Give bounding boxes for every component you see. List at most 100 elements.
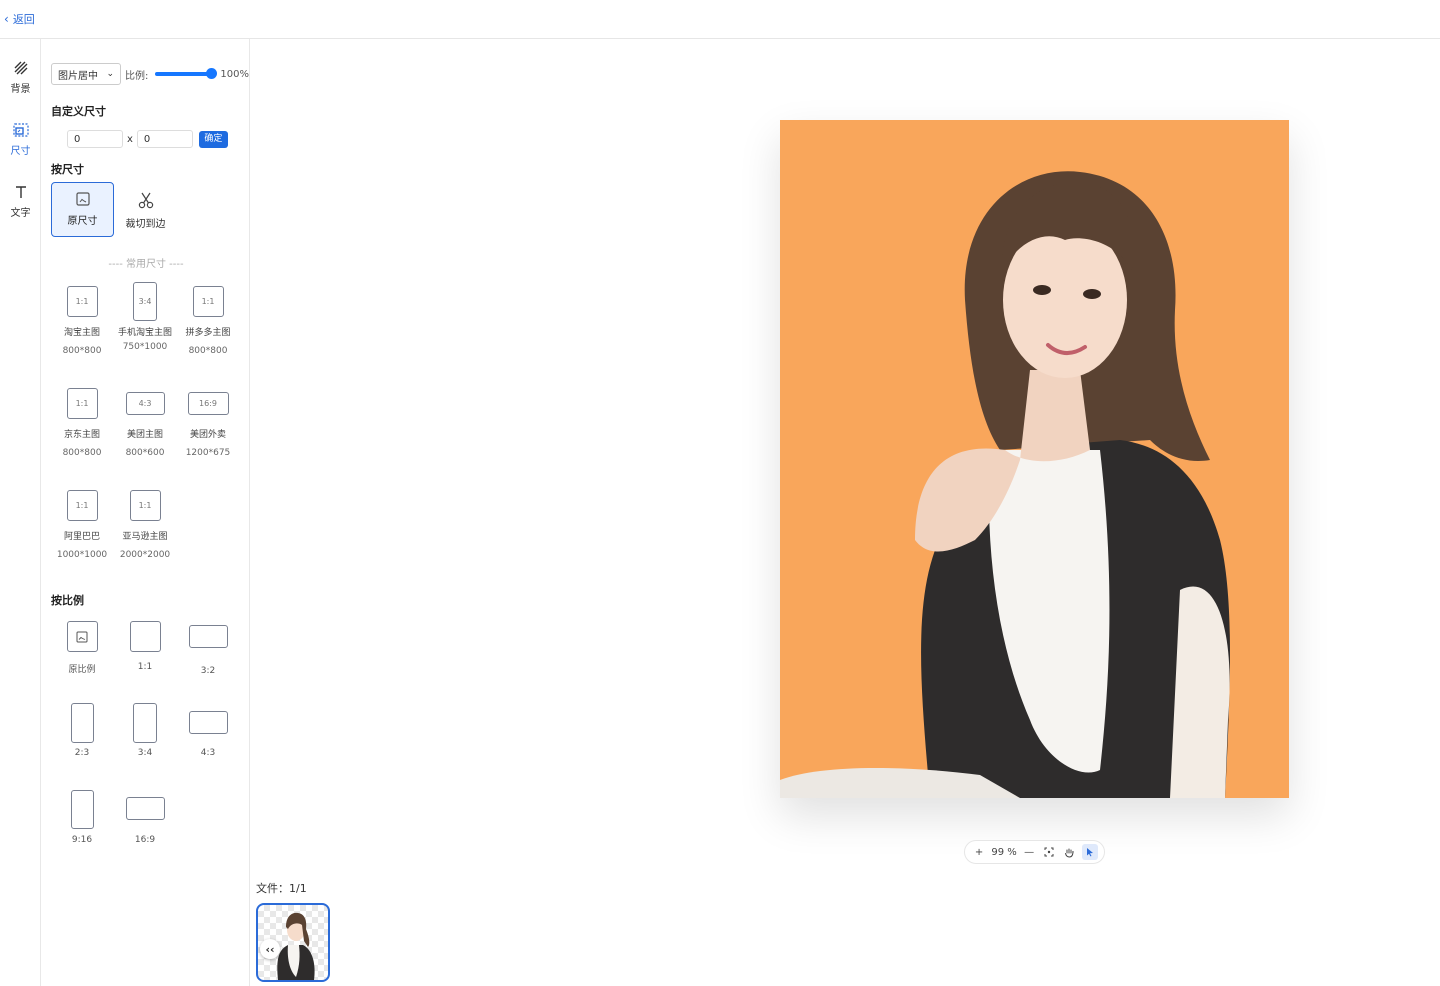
- rail-item-background[interactable]: 背景: [0, 60, 41, 95]
- size-name: 手机淘宝主图: [117, 328, 172, 338]
- align-select-value: 图片居中: [58, 70, 98, 82]
- zoom-in-button[interactable]: +: [971, 844, 987, 860]
- rail-item-label: 尺寸: [10, 146, 31, 157]
- ratio-portrait-icon: [70, 703, 94, 743]
- by-size-title: 按尺寸: [51, 163, 84, 176]
- size-dim: 800*800: [188, 346, 228, 356]
- ratio-option-original[interactable]: 原比例: [52, 621, 112, 675]
- ratio-box-icon: 4:3: [125, 392, 165, 415]
- ratio-label: 4:3: [200, 748, 216, 758]
- mode-crop-to-edge[interactable]: 裁切到边: [114, 182, 177, 237]
- zoom-out-button[interactable]: —: [1021, 844, 1037, 860]
- ratio-label: 原比例: [68, 665, 96, 675]
- cursor-select-icon[interactable]: [1081, 844, 1098, 860]
- ratio-option-2-3[interactable]: 2:3: [52, 703, 112, 758]
- fit-screen-icon[interactable]: [1041, 844, 1057, 860]
- width-input[interactable]: [67, 130, 123, 148]
- size-dim: 1200*675: [185, 448, 231, 458]
- top-bar: ‹ 返回: [0, 0, 1440, 39]
- collapse-panel-button[interactable]: ‹‹: [260, 939, 280, 959]
- ratio-label: 3:2: [200, 666, 216, 676]
- size-name: 美团外卖: [189, 430, 226, 440]
- size-option-amazon[interactable]: 1:1 亚马逊主图 2000*2000: [115, 490, 175, 560]
- ratio-option-4-3[interactable]: 4:3: [178, 711, 238, 758]
- ratio-box-icon: 16:9: [187, 392, 229, 415]
- ratio-label: 9:16: [71, 835, 93, 845]
- common-sizes-divider: ---- 常用尺寸 ----: [108, 259, 184, 270]
- zoom-level: 99 %: [991, 846, 1017, 858]
- size-dim: 800*800: [62, 448, 102, 458]
- ratio-slider[interactable]: [155, 68, 218, 79]
- ratio-option-1-1[interactable]: 1:1: [115, 621, 175, 672]
- back-button[interactable]: ‹ 返回: [4, 11, 35, 27]
- chevron-left-icon: ‹: [4, 12, 9, 26]
- size-dim: 750*1000: [122, 342, 168, 352]
- canvas-area: + 99 % — 文件：1/1 ‹‹: [251, 39, 1440, 986]
- size-dim: 2000*2000: [119, 550, 171, 560]
- rail-item-text[interactable]: 文字: [0, 184, 41, 219]
- ratio-box-icon: 1:1: [66, 286, 98, 317]
- resize-icon: [12, 123, 29, 137]
- size-name: 拼多多主图: [185, 328, 231, 338]
- ratio-label: 3:4: [137, 748, 153, 758]
- height-input[interactable]: [136, 130, 193, 148]
- back-label: 返回: [12, 13, 35, 26]
- ratio-label: 比例:: [125, 70, 149, 82]
- scissors-icon: [138, 192, 153, 209]
- ratio-option-3-4[interactable]: 3:4: [115, 703, 175, 758]
- size-option-jd[interactable]: 1:1 京东主图 800*800: [52, 388, 112, 458]
- mode-label: 原尺寸: [67, 216, 98, 227]
- ratio-portrait-icon: [70, 790, 94, 829]
- size-name: 阿里巴巴: [63, 532, 100, 542]
- portrait-figure: [780, 171, 1230, 798]
- zoom-toolbar: + 99 % —: [964, 840, 1105, 864]
- size-dim: 1000*1000: [56, 550, 108, 560]
- size-name: 美团主图: [126, 430, 163, 440]
- ratio-box-icon: 1:1: [66, 490, 98, 521]
- confirm-button[interactable]: 确定: [198, 130, 228, 148]
- ratio-box-icon: 1:1: [192, 286, 224, 317]
- size-option-meituan-takeout[interactable]: 16:9 美团外卖 1200*675: [178, 392, 238, 458]
- slider-knob[interactable]: [206, 68, 218, 79]
- file-thumbnail[interactable]: ‹‹: [256, 903, 330, 982]
- custom-size-row: x 确定: [67, 130, 228, 148]
- ratio-landscape-icon: [188, 625, 228, 648]
- ratio-box-icon: 1:1: [66, 388, 98, 419]
- size-option-meituan[interactable]: 4:3 美团主图 800*600: [115, 392, 175, 458]
- size-option-pinduoduo[interactable]: 1:1 拼多多主图 800*800: [178, 286, 238, 356]
- mode-original-size[interactable]: 原尺寸: [51, 182, 114, 237]
- align-select[interactable]: 图片居中 ⌄: [51, 63, 121, 85]
- ratio-portrait-icon: [133, 703, 157, 743]
- rail-item-label: 背景: [10, 84, 31, 95]
- size-dim: 800*600: [125, 448, 165, 458]
- mode-label: 裁切到边: [125, 219, 166, 230]
- edited-photo[interactable]: [780, 120, 1289, 798]
- size-dim: 800*800: [62, 346, 102, 356]
- ratio-landscape-icon: [188, 711, 228, 734]
- size-name: 京东主图: [63, 430, 100, 440]
- ratio-option-3-2[interactable]: 3:2: [178, 625, 238, 676]
- by-ratio-title: 按比例: [51, 594, 84, 607]
- ratio-box-icon: 3:4: [133, 282, 157, 321]
- rail-item-size[interactable]: 尺寸: [0, 122, 41, 157]
- ratio-square-icon: [129, 621, 161, 652]
- image-icon: [66, 621, 98, 652]
- hatch-icon: [14, 61, 27, 75]
- custom-size-title: 自定义尺寸: [51, 105, 106, 118]
- size-option-taobao[interactable]: 1:1 淘宝主图 800*800: [52, 286, 112, 356]
- ratio-option-9-16[interactable]: 9:16: [52, 790, 112, 845]
- ratio-landscape-icon: [125, 797, 165, 820]
- ratio-option-16-9[interactable]: 16:9: [115, 797, 175, 845]
- size-option-alibaba[interactable]: 1:1 阿里巴巴 1000*1000: [52, 490, 112, 560]
- size-name: 淘宝主图: [63, 328, 100, 338]
- size-name: 亚马逊主图: [122, 532, 168, 542]
- files-count-label: 文件：1/1: [256, 882, 307, 895]
- chevron-down-icon: ⌄: [106, 69, 114, 79]
- size-option-mobile-taobao[interactable]: 3:4 手机淘宝主图 750*1000: [115, 282, 175, 352]
- ratio-label: 2:3: [74, 748, 90, 758]
- ratio-label: 1:1: [137, 662, 153, 672]
- rail-item-label: 文字: [10, 208, 31, 219]
- hand-pan-icon[interactable]: [1062, 844, 1078, 860]
- ratio-label: 16:9: [134, 835, 156, 845]
- text-icon: [15, 186, 26, 198]
